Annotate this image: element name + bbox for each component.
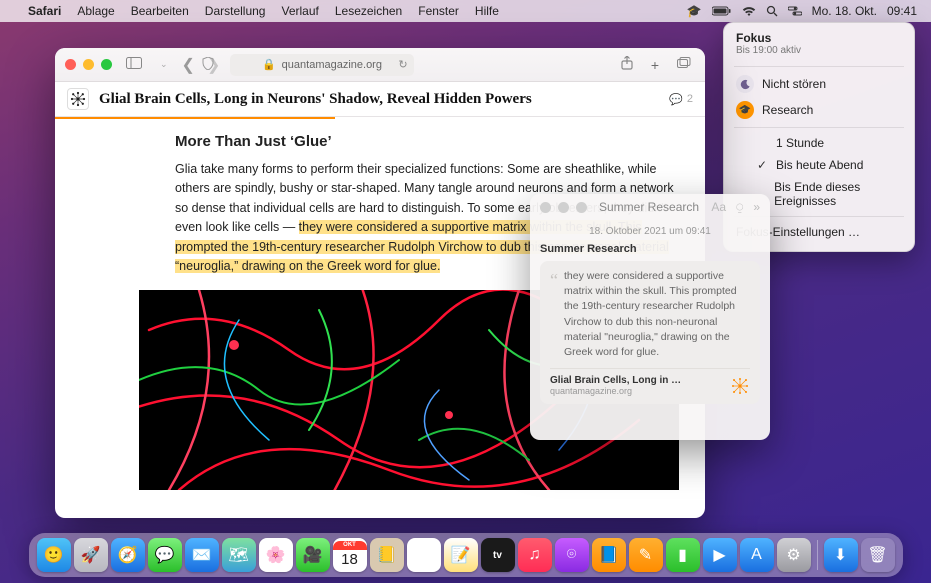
source-link[interactable]: Glial Brain Cells, Long in … quantamagaz… [550,368,750,396]
dock-app-music[interactable]: ♫ [518,538,552,572]
menu-bearbeiten[interactable]: Bearbeiten [123,0,197,22]
control-center-icon[interactable] [788,6,802,16]
checkmark-icon: ✓ [756,158,768,172]
focus-subtitle: Bis 19:00 aktiv [724,45,914,62]
notes-window-title: Summer Research [599,200,699,214]
source-domain: quantamagazine.org [550,386,681,396]
menu-lesezeichen[interactable]: Lesezeichen [327,0,410,22]
dock: 🙂🚀🧭💬✉️🗺🌸🎥OKT18📒☑📝tv♫⌾📘✎▮▶A⚙ ⬇🗑 [29,533,903,577]
tabs-overview-icon[interactable] [673,55,695,74]
site-favicon [67,88,89,110]
share-icon[interactable] [617,54,637,75]
url-host: quantamagazine.org [282,59,382,71]
app-menu[interactable]: Safari [20,0,69,22]
focus-mode-label: Nicht stören [762,77,826,91]
dock-app-safari[interactable]: 🧭 [111,538,145,572]
source-favicon [730,376,750,396]
dock-app-settings[interactable]: ⚙ [777,538,811,572]
dock-app-reminders[interactable]: ☑ [407,538,441,572]
dock-app-facetime[interactable]: 🎥 [296,538,330,572]
format-icon[interactable]: Aa [711,200,726,215]
zoom-button[interactable] [101,59,112,70]
dock-trash[interactable]: 🗑 [861,538,895,572]
dock-app-launchpad[interactable]: 🚀 [74,538,108,572]
battery-icon[interactable] [712,6,732,16]
dock-app-contacts[interactable]: 📒 [370,538,404,572]
dock-app-tv[interactable]: tv [481,538,515,572]
page-title: Glial Brain Cells, Long in Neurons' Shad… [99,91,659,108]
graduation-icon: 🎓 [736,101,754,119]
spotlight-icon[interactable] [766,5,778,17]
expand-icon[interactable]: » [753,200,760,215]
zoom-button[interactable] [576,202,587,213]
minimize-button[interactable] [83,59,94,70]
dock-app-calendar[interactable]: OKT18 [333,538,367,572]
menu-ablage[interactable]: Ablage [69,0,122,22]
focus-mode-dnd[interactable]: Nicht stören [724,71,914,97]
source-title: Glial Brain Cells, Long in … [550,375,681,386]
quoted-text: they were considered a supportive matrix… [550,269,750,360]
dock-app-maps[interactable]: 🗺 [222,538,256,572]
address-bar[interactable]: 🔒 quantamagazine.org ↻ [230,54,413,76]
dock-app-keynote[interactable]: ▶ [703,538,737,572]
dock-app-messages[interactable]: 💬 [148,538,182,572]
window-controls [540,202,587,213]
notes-toolbar: Summer Research Aa ⍜ » [530,194,770,220]
sidebar-toggle-icon[interactable] [122,55,146,74]
dock-app-finder[interactable]: 🙂 [37,538,71,572]
quick-note-window: Summer Research Aa ⍜ » 18. Oktober 2021 … [530,194,770,440]
note-timestamp: 18. Oktober 2021 um 09:41 [540,226,760,237]
menu-fenster[interactable]: Fenster [410,0,467,22]
back-button[interactable]: ❮ [182,55,195,75]
focus-mode-research[interactable]: 🎓 Research [724,97,914,123]
dock-separator [817,540,818,570]
dock-app-podcasts[interactable]: ⌾ [555,538,589,572]
dock-app-books[interactable]: 📘 [592,538,626,572]
tab-strip: Glial Brain Cells, Long in Neurons' Shad… [55,82,705,117]
quote-card: they were considered a supportive matrix… [540,261,760,404]
window-controls [65,59,112,70]
moon-icon [736,75,754,93]
comment-icon: 💬 [669,93,683,106]
minimize-button[interactable] [558,202,569,213]
wifi-icon[interactable] [742,6,756,17]
chevron-down-icon[interactable]: ⌄ [156,57,172,72]
new-tab-icon[interactable]: + [647,55,663,75]
focus-duration-option[interactable]: ✓Bis heute Abend [724,154,914,176]
dock-app-appstore[interactable]: A [740,538,774,572]
link-icon[interactable]: ⍜ [736,200,743,215]
dock-app-pages[interactable]: ✎ [629,538,663,572]
menu-hilfe[interactable]: Hilfe [467,0,507,22]
safari-toolbar: ⌄ ❮ ❯ 🔒 quantamagazine.org ↻ + [55,48,705,82]
dock-app-mail[interactable]: ✉️ [185,538,219,572]
focus-mode-label: Research [762,103,813,117]
focus-duration-option[interactable]: 1 Stunde [724,132,914,154]
dock-downloads[interactable]: ⬇ [824,538,858,572]
menubar-date[interactable]: Mo. 18. Okt. [812,4,877,18]
menubar: Safari Ablage Bearbeiten Darstellung Ver… [0,0,931,22]
menu-verlauf[interactable]: Verlauf [273,0,326,22]
close-button[interactable] [540,202,551,213]
focus-title: Fokus [724,31,914,45]
focus-menuextra-icon[interactable]: 🎓 [687,4,702,18]
comment-count[interactable]: 💬 2 [669,93,693,106]
lock-icon: 🔒 [262,58,276,71]
shield-icon[interactable] [202,57,214,73]
dock-app-photos[interactable]: 🌸 [259,538,293,572]
note-title[interactable]: Summer Research [540,243,760,255]
dock-app-notes[interactable]: 📝 [444,538,478,572]
reload-icon[interactable]: ↻ [398,58,407,71]
menubar-time[interactable]: 09:41 [887,4,917,18]
dock-app-numbers[interactable]: ▮ [666,538,700,572]
menu-darstellung[interactable]: Darstellung [197,0,274,22]
article-heading: More Than Just ‘Glue’ [175,133,681,150]
close-button[interactable] [65,59,76,70]
